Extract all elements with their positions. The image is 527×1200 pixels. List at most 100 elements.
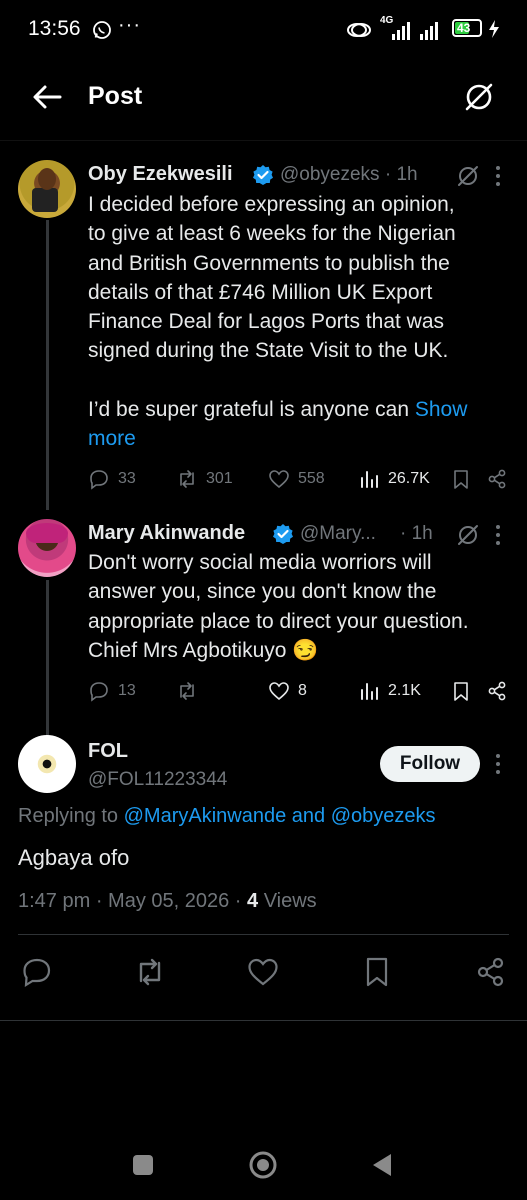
like-count: 558 <box>298 470 325 487</box>
tweet-line: I’d be super grateful is anyone can <box>88 397 415 421</box>
tweet-line: details of that £746 Million UK Export <box>88 280 433 304</box>
tweet-line: Finance Deal for Lagos Ports that was <box>88 310 445 334</box>
share-icon[interactable] <box>474 955 508 989</box>
header-divider <box>0 140 527 141</box>
like-count: 8 <box>298 682 307 699</box>
recent-apps-button[interactable] <box>133 1155 153 1175</box>
reply-icon <box>90 470 108 490</box>
share-button[interactable] <box>486 680 508 702</box>
replying-to: Replying to @MaryAkinwande and @obyezeks <box>18 805 436 828</box>
reply-count: 33 <box>118 470 136 487</box>
battery-level: 43 <box>457 21 471 35</box>
status-time: 13:56 <box>28 17 81 40</box>
tweet-actions: 33 301 558 26.7K <box>88 468 508 498</box>
verified-badge-icon <box>273 524 293 544</box>
bookmark-button[interactable] <box>450 680 472 702</box>
tweet-line: to give at least 6 weeks for the Nigeria… <box>88 222 456 246</box>
replying-handles[interactable]: @MaryAkinwande and @obyezeks <box>124 805 436 827</box>
thread-line <box>46 220 49 510</box>
thread-line <box>46 580 49 740</box>
tweet-line: Chief Mrs Agbotikuyo 😏 <box>88 638 319 662</box>
show-more-link-cont[interactable]: more <box>88 427 136 450</box>
views-button[interactable]: 26.7K <box>358 468 430 490</box>
more-options-icon[interactable] <box>494 752 502 776</box>
follow-button[interactable]: Follow <box>380 746 480 782</box>
tweet-line: answer you, since you don't know the <box>88 580 437 604</box>
repost-button[interactable]: 301 <box>176 468 233 490</box>
repost-count: 301 <box>206 470 233 487</box>
heart-icon <box>269 682 289 701</box>
more-options-icon[interactable] <box>494 523 502 547</box>
show-more-link[interactable]: Show <box>415 398 468 421</box>
reply-icon[interactable] <box>20 955 54 989</box>
reply-icon <box>90 682 108 702</box>
views-icon <box>361 683 378 700</box>
battery-icon: 43 <box>452 19 482 37</box>
share-icon <box>488 681 506 701</box>
avatar[interactable] <box>18 160 76 218</box>
like-button[interactable]: 8 <box>268 680 307 702</box>
tweet-actions: 13 8 2.1K <box>88 680 508 710</box>
replying-prefix: Replying to <box>18 805 124 827</box>
share-icon <box>488 469 506 489</box>
hotspot-icon <box>347 23 371 37</box>
page-title: Post <box>88 82 143 110</box>
like-button[interactable]: 558 <box>268 468 325 490</box>
bookmark-button[interactable] <box>450 468 472 490</box>
more-notifications-icon: ··· <box>118 14 141 36</box>
author-name[interactable]: FOL <box>88 740 128 763</box>
bookmark-icon <box>454 682 468 701</box>
divider <box>0 1020 527 1021</box>
repost-button[interactable] <box>176 680 206 702</box>
grok-icon[interactable] <box>456 164 480 188</box>
tweet-line: I decided before expressing an opinion, <box>88 193 455 216</box>
tweet-line: signed during the State Visit to the UK. <box>88 339 449 363</box>
author-handle[interactable]: @obyezeks · 1h <box>280 164 418 186</box>
repost-icon <box>180 470 194 488</box>
reply-button[interactable]: 33 <box>88 468 136 490</box>
reply-button[interactable]: 13 <box>88 680 136 702</box>
view-count: 2.1K <box>388 682 421 699</box>
tweet-line: Don't worry social media worriors will <box>88 551 432 574</box>
tweet-line: and British Governments to publish the <box>88 251 450 275</box>
whatsapp-icon <box>93 21 111 39</box>
home-button[interactable] <box>248 1150 278 1180</box>
timestamp: 1:47 pm · May 05, 2026 · <box>18 890 248 912</box>
main-tweet-actions <box>0 955 527 995</box>
signal-strength-2-icon <box>420 22 438 40</box>
views-count: 4 <box>247 890 259 912</box>
divider <box>18 934 509 935</box>
share-button[interactable] <box>486 468 508 490</box>
tweet-text: Agbaya ofo <box>18 845 130 870</box>
views-icon <box>361 471 378 488</box>
bookmark-icon[interactable] <box>360 955 394 989</box>
status-bar: 13:56 ··· 4G 43 <box>0 0 527 60</box>
tweet-line: appropriate place to direct your questio… <box>88 609 469 633</box>
views-button[interactable]: 2.1K <box>358 680 421 702</box>
tweet-meta: 1:47 pm · May 05, 2026 · 4 Views <box>18 890 317 913</box>
reply-count: 13 <box>118 682 136 699</box>
back-arrow-icon[interactable] <box>30 82 64 112</box>
avatar[interactable] <box>18 735 76 793</box>
system-nav-bar <box>0 1140 527 1190</box>
grok-icon[interactable] <box>456 523 480 547</box>
author-handle[interactable]: @FOL11223344 <box>88 769 227 791</box>
charging-icon <box>489 20 499 38</box>
signal-strength-icon <box>392 22 410 40</box>
verified-badge-icon <box>253 165 273 185</box>
heart-icon[interactable] <box>246 955 280 989</box>
view-count: 26.7K <box>388 470 430 487</box>
back-button[interactable] <box>370 1152 394 1178</box>
avatar[interactable] <box>18 519 76 577</box>
repost-icon <box>180 682 194 700</box>
more-options-icon[interactable] <box>494 164 502 188</box>
heart-icon <box>269 470 289 489</box>
author-handle[interactable]: @Mary... <box>300 523 376 545</box>
tweet-body: I decided before expressing an opinion, … <box>88 190 503 453</box>
repost-icon[interactable] <box>133 955 167 989</box>
author-name[interactable]: Oby Ezekwesili <box>88 163 233 186</box>
bookmark-icon <box>454 470 468 489</box>
author-name[interactable]: Mary Akinwande <box>88 522 245 545</box>
grok-icon[interactable] <box>462 80 496 114</box>
tweet-time: · 1h <box>400 523 433 544</box>
